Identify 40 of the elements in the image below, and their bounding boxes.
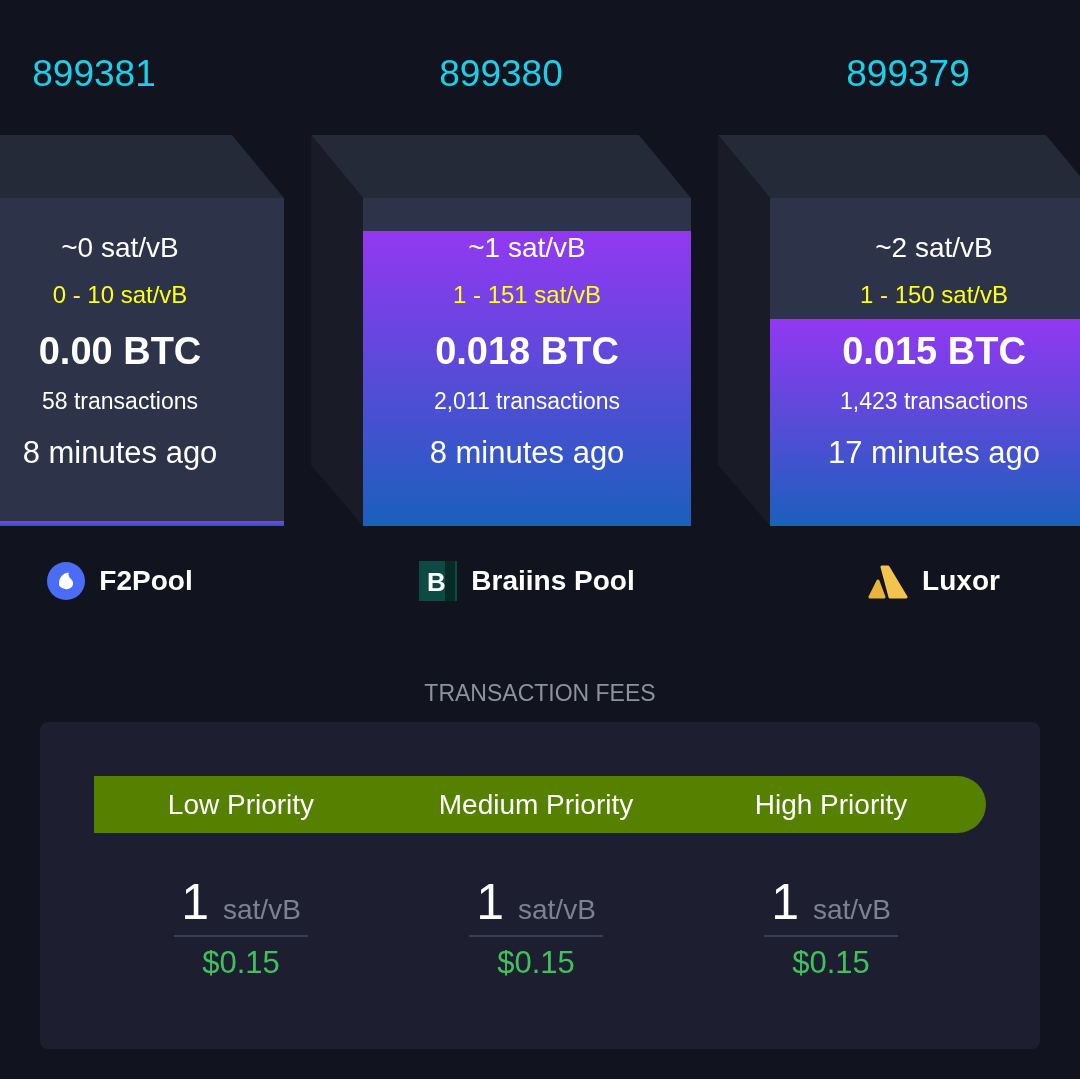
fee-range: 1 - 150 sat/vB [859, 280, 1009, 310]
fee-unit: sat/vB [813, 894, 891, 926]
fee-rate: 1 [476, 873, 504, 931]
block-height[interactable]: 899379 [846, 53, 970, 95]
median-fee: ~2 sat/vB [875, 231, 993, 265]
fee-usd: $0.15 [497, 945, 575, 981]
fee-rate: 1 [771, 873, 799, 931]
median-fee: ~1 sat/vB [468, 231, 586, 265]
block-height[interactable]: 899381 [32, 53, 156, 95]
pool-name[interactable]: F2Pool [99, 565, 193, 597]
fee-rate: 1 [181, 873, 209, 931]
pool-name[interactable]: Braiins Pool [471, 565, 635, 597]
fee-usd: $0.15 [202, 945, 280, 981]
block-total: 0.018 BTC [435, 329, 619, 374]
fee-range: 1 - 151 sat/vB [452, 280, 602, 310]
fee-unit: sat/vB [223, 894, 301, 926]
section-title: TRANSACTION FEES [424, 679, 656, 708]
fee-range: 0 - 10 sat/vB [52, 280, 188, 310]
transaction-count: 58 transactions [42, 387, 198, 416]
pool-logo-icon: B [419, 561, 458, 601]
block-face[interactable]: ~1 sat/vB 1 - 151 sat/vB 0.018 BTC 2,011 transactions 8 minutes ago [363, 198, 691, 526]
median-fee: ~0 sat/vB [61, 231, 179, 265]
priority-label: Medium Priority [438, 788, 634, 821]
transaction-count: 1,423 transactions [840, 387, 1028, 416]
block-height[interactable]: 899380 [439, 53, 563, 95]
block-total: 0.00 BTC [38, 329, 202, 374]
pool-logo-icon [868, 563, 909, 599]
block-time: 17 minutes ago [828, 434, 1040, 472]
pool-name[interactable]: Luxor [922, 565, 1000, 597]
block-time: 8 minutes ago [429, 434, 625, 472]
block-face[interactable]: ~0 sat/vB 0 - 10 sat/vB 0.00 BTC 58 transactions 8 minutes ago [0, 198, 284, 526]
fee-usd: $0.15 [792, 945, 870, 981]
block-face[interactable]: ~2 sat/vB 1 - 150 sat/vB 0.015 BTC 1,423 transactions 17 minutes ago [770, 198, 1080, 526]
priority-label: High Priority [754, 788, 908, 821]
block-total: 0.015 BTC [842, 329, 1026, 374]
block-time: 8 minutes ago [22, 434, 218, 472]
priority-label: Low Priority [167, 788, 315, 821]
pool-logo-icon [47, 562, 86, 600]
transaction-count: 2,011 transactions [433, 387, 621, 416]
fee-unit: sat/vB [518, 894, 596, 926]
